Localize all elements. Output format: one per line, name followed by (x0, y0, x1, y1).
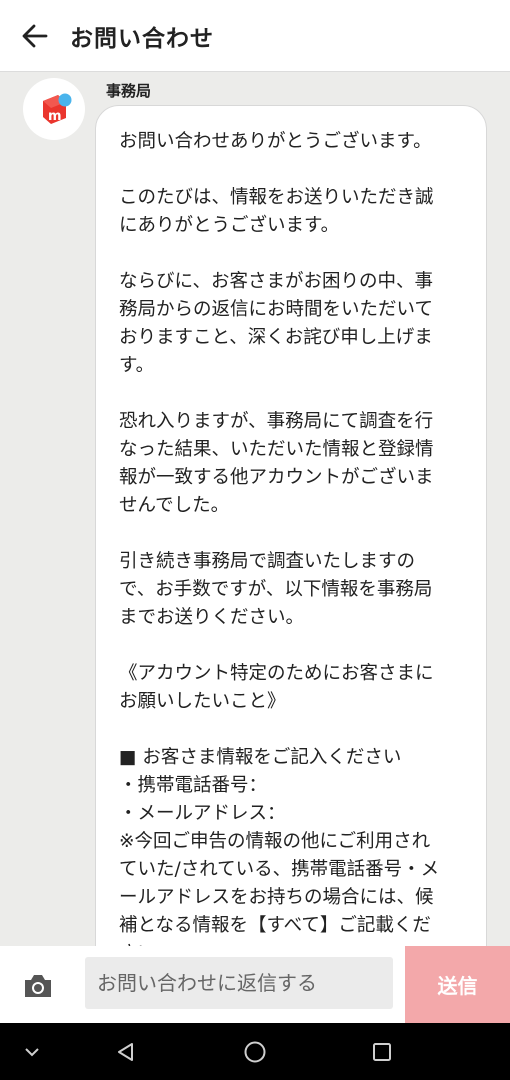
message-line: 《アカウント特定のためにお客さまに (119, 663, 434, 684)
message-line: ■ お客さま情報をご記入ください (119, 747, 402, 768)
svg-text:m: m (48, 109, 62, 124)
message-line: す。 (119, 355, 155, 376)
nav-back-button[interactable] (106, 1023, 146, 1080)
chevron-down-icon (25, 1047, 39, 1056)
nav-recents-button[interactable] (362, 1023, 402, 1080)
camera-icon (25, 975, 51, 997)
message-line: 務局からの返信にお時間をいただいて (119, 299, 433, 320)
message-line: 報が一致する他アカウントがございま (119, 467, 434, 488)
message-line: で、お手数ですが、以下情報を事務局 (119, 579, 433, 600)
sender-name: 事務局 (106, 82, 152, 100)
nav-chevron-button[interactable] (12, 1023, 52, 1080)
message-line: までお送りください。 (119, 607, 305, 628)
message-line: ールアドレスをお持ちの場合には、候 (119, 887, 434, 908)
back-button[interactable] (0, 0, 70, 72)
message-line: このたびは、情報をお送りいただき誠 (119, 187, 434, 208)
avatar[interactable]: m (23, 78, 85, 140)
system-nav-bar (0, 1023, 510, 1080)
message-bubble: お問い合わせありがとうございます。 このたびは、情報をお送りいただき誠 にありがとう… (95, 105, 487, 946)
nav-home-button[interactable] (234, 1023, 276, 1080)
message-line: 補となる情報を【すべて】ご記載くだ (119, 915, 431, 936)
reply-bar: 送信 (0, 946, 510, 1023)
message-line: ならびに、お客さまがお困りの中、事 (119, 271, 433, 292)
home-circle-icon (244, 1041, 266, 1062)
message-line: なった結果、いただいた情報と登録情 (119, 439, 434, 460)
message-line: 恐れ入りますが、事務局にて調査を行 (119, 411, 434, 432)
camera-button[interactable] (18, 966, 58, 1006)
message-line: ・携帯電話番号： (119, 775, 268, 796)
message-line: にありがとうございます。 (119, 215, 340, 236)
mercari-logo-icon: m (43, 93, 72, 124)
reply-input[interactable] (85, 957, 393, 1009)
chat-area[interactable]: m 事務局 お問い合わせありがとうございます。 このたびは、情報をお送りいただき誠… (0, 72, 510, 946)
back-triangle-icon (118, 1042, 133, 1061)
message-line: ・メールアドレス： (119, 803, 286, 824)
message-line: せんでした。 (119, 495, 230, 516)
message-line: おりますこと、深くお詫び申し上げま (119, 327, 433, 348)
message-line: ※今回ご申告の情報の他にご利用され (119, 831, 431, 852)
message-line: ていた/されている、携帯電話番号・メ (119, 859, 440, 880)
page-title: お問い合わせ (70, 25, 214, 52)
arrow-left-icon (22, 24, 48, 47)
message-line: お問い合わせありがとうございます。 (119, 131, 432, 152)
send-button[interactable]: 送信 (405, 946, 510, 1023)
message-line: 引き続き事務局で調査いたしますの (119, 551, 416, 572)
app-header: お問い合わせ (0, 0, 510, 72)
recents-square-icon (373, 1042, 391, 1061)
message-line: お願いしたいこと》 (119, 691, 286, 712)
